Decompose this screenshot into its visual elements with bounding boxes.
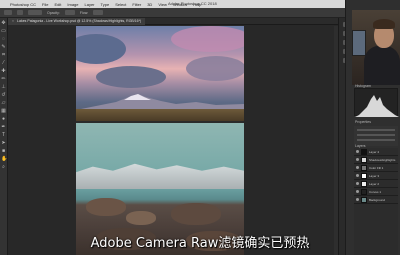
menu-bar: Photoshop CC File Edit Image Layer Type … [0, 0, 400, 8]
menu-item-photoshop[interactable]: Photoshop CC [10, 2, 36, 7]
type-tool-icon[interactable]: T [1, 133, 6, 138]
opacity-field[interactable] [64, 10, 75, 15]
layer-thumbnail [361, 148, 367, 155]
layer-row[interactable]: Layer 2 [354, 180, 398, 188]
histogram-panel [354, 88, 399, 117]
properties-panel-title[interactable]: Properties [355, 120, 371, 124]
tools-panel: ✥ ▭ ◌ ✎ ⌗ ⁄ ✚ ✏ ⊥ ↺ ▱ ▦ ● ✒ T ➤ ■ ✋ ⌕ [0, 18, 8, 255]
background-monitor [352, 30, 366, 56]
menu-item-type[interactable]: Type [101, 2, 110, 7]
visibility-eye-icon[interactable] [356, 182, 359, 185]
layer-name: Color Fill 1 [369, 165, 384, 170]
brush-size-control[interactable] [17, 10, 23, 15]
marquee-tool-icon[interactable]: ▭ [1, 29, 6, 34]
layer-thumbnail [361, 164, 367, 171]
move-tool-icon[interactable]: ✥ [1, 21, 6, 26]
gradient-tool-icon[interactable]: ▦ [1, 109, 6, 114]
layer-name: Layer 2 [369, 181, 380, 186]
options-bar: Opacity: Flow: [0, 8, 400, 18]
visibility-eye-icon[interactable] [356, 166, 359, 169]
lasso-tool-icon[interactable]: ◌ [1, 37, 6, 42]
layer-row[interactable]: Layer 4 [354, 148, 398, 156]
layer-row[interactable]: Shadows/Highlights [354, 156, 398, 164]
hand-tool-icon[interactable]: ✋ [1, 157, 7, 162]
menu-item-view[interactable]: View [158, 2, 167, 7]
layer-row[interactable]: Background [354, 196, 398, 204]
sunset-mountain-photo [76, 26, 244, 121]
clone-stamp-tool-icon[interactable]: ⊥ [1, 85, 6, 90]
dodge-tool-icon[interactable]: ● [1, 117, 6, 122]
histogram-graph [355, 95, 399, 117]
layer-row[interactable]: Layer 3 [354, 172, 398, 180]
path-select-tool-icon[interactable]: ➤ [1, 141, 6, 146]
layer-name: Curves 1 [369, 189, 382, 194]
layer-thumbnail [361, 172, 367, 179]
webcam-overlay [352, 10, 400, 85]
properties-panel [354, 126, 398, 146]
layer-name: Layer 4 [369, 149, 380, 154]
document-tab-bar: × Lakes Patagonia - Live Workshop.psd @ … [8, 17, 338, 25]
video-subtitle: Adobe Camera Raw滤镜确实已预热 [90, 236, 310, 251]
visibility-eye-icon[interactable] [356, 150, 359, 153]
zoom-tool-icon[interactable]: ⌕ [1, 165, 6, 170]
opacity-label: Opacity: [47, 10, 60, 15]
layer-name: Background [369, 197, 386, 202]
healing-brush-tool-icon[interactable]: ✚ [1, 69, 6, 74]
mode-select[interactable] [28, 10, 42, 15]
menu-item-layer[interactable]: Layer [85, 2, 95, 7]
menu-item-file[interactable]: File [42, 2, 48, 7]
brush-preset-picker[interactable] [4, 10, 12, 15]
brush-tool-icon[interactable]: ✏ [1, 77, 6, 82]
visibility-eye-icon[interactable] [356, 190, 359, 193]
layer-thumbnail [361, 196, 367, 203]
document-tab[interactable]: × Lakes Patagonia - Live Workshop.psd @ … [8, 17, 146, 25]
menu-item-3d[interactable]: 3D [147, 2, 152, 7]
crop-tool-icon[interactable]: ⌗ [1, 53, 6, 58]
layer-thumbnail [361, 188, 367, 195]
layer-row[interactable]: Curves 1 [354, 188, 398, 196]
menu-item-image[interactable]: Image [67, 2, 78, 7]
layer-thumbnail [361, 180, 367, 187]
pen-tool-icon[interactable]: ✒ [1, 125, 6, 130]
visibility-eye-icon[interactable] [356, 158, 359, 161]
history-brush-tool-icon[interactable]: ↺ [1, 93, 6, 98]
visibility-eye-icon[interactable] [356, 174, 359, 177]
menu-item-edit[interactable]: Edit [54, 2, 61, 7]
window-title: Adobe Photoshop CC 2018 [168, 1, 217, 6]
eyedropper-tool-icon[interactable]: ⁄ [1, 61, 6, 66]
shape-tool-icon[interactable]: ■ [1, 149, 6, 154]
document-image[interactable] [76, 26, 244, 255]
layer-name: Shadows/Highlights [369, 157, 396, 162]
document-tab-label: Lakes Patagonia - Live Workshop.psd @ 12… [17, 19, 142, 23]
layer-row[interactable]: Color Fill 1 [354, 164, 398, 172]
layer-name: Layer 3 [369, 173, 380, 178]
layer-thumbnail [361, 156, 367, 163]
eraser-tool-icon[interactable]: ▱ [1, 101, 6, 106]
flow-label: Flow: [79, 10, 89, 15]
flow-field[interactable] [93, 10, 104, 15]
close-tab-icon[interactable]: × [12, 19, 14, 23]
visibility-eye-icon[interactable] [356, 198, 359, 201]
menu-item-filter[interactable]: Filter [132, 2, 141, 7]
menu-item-select[interactable]: Select [115, 2, 126, 7]
quick-select-tool-icon[interactable]: ✎ [1, 45, 6, 50]
